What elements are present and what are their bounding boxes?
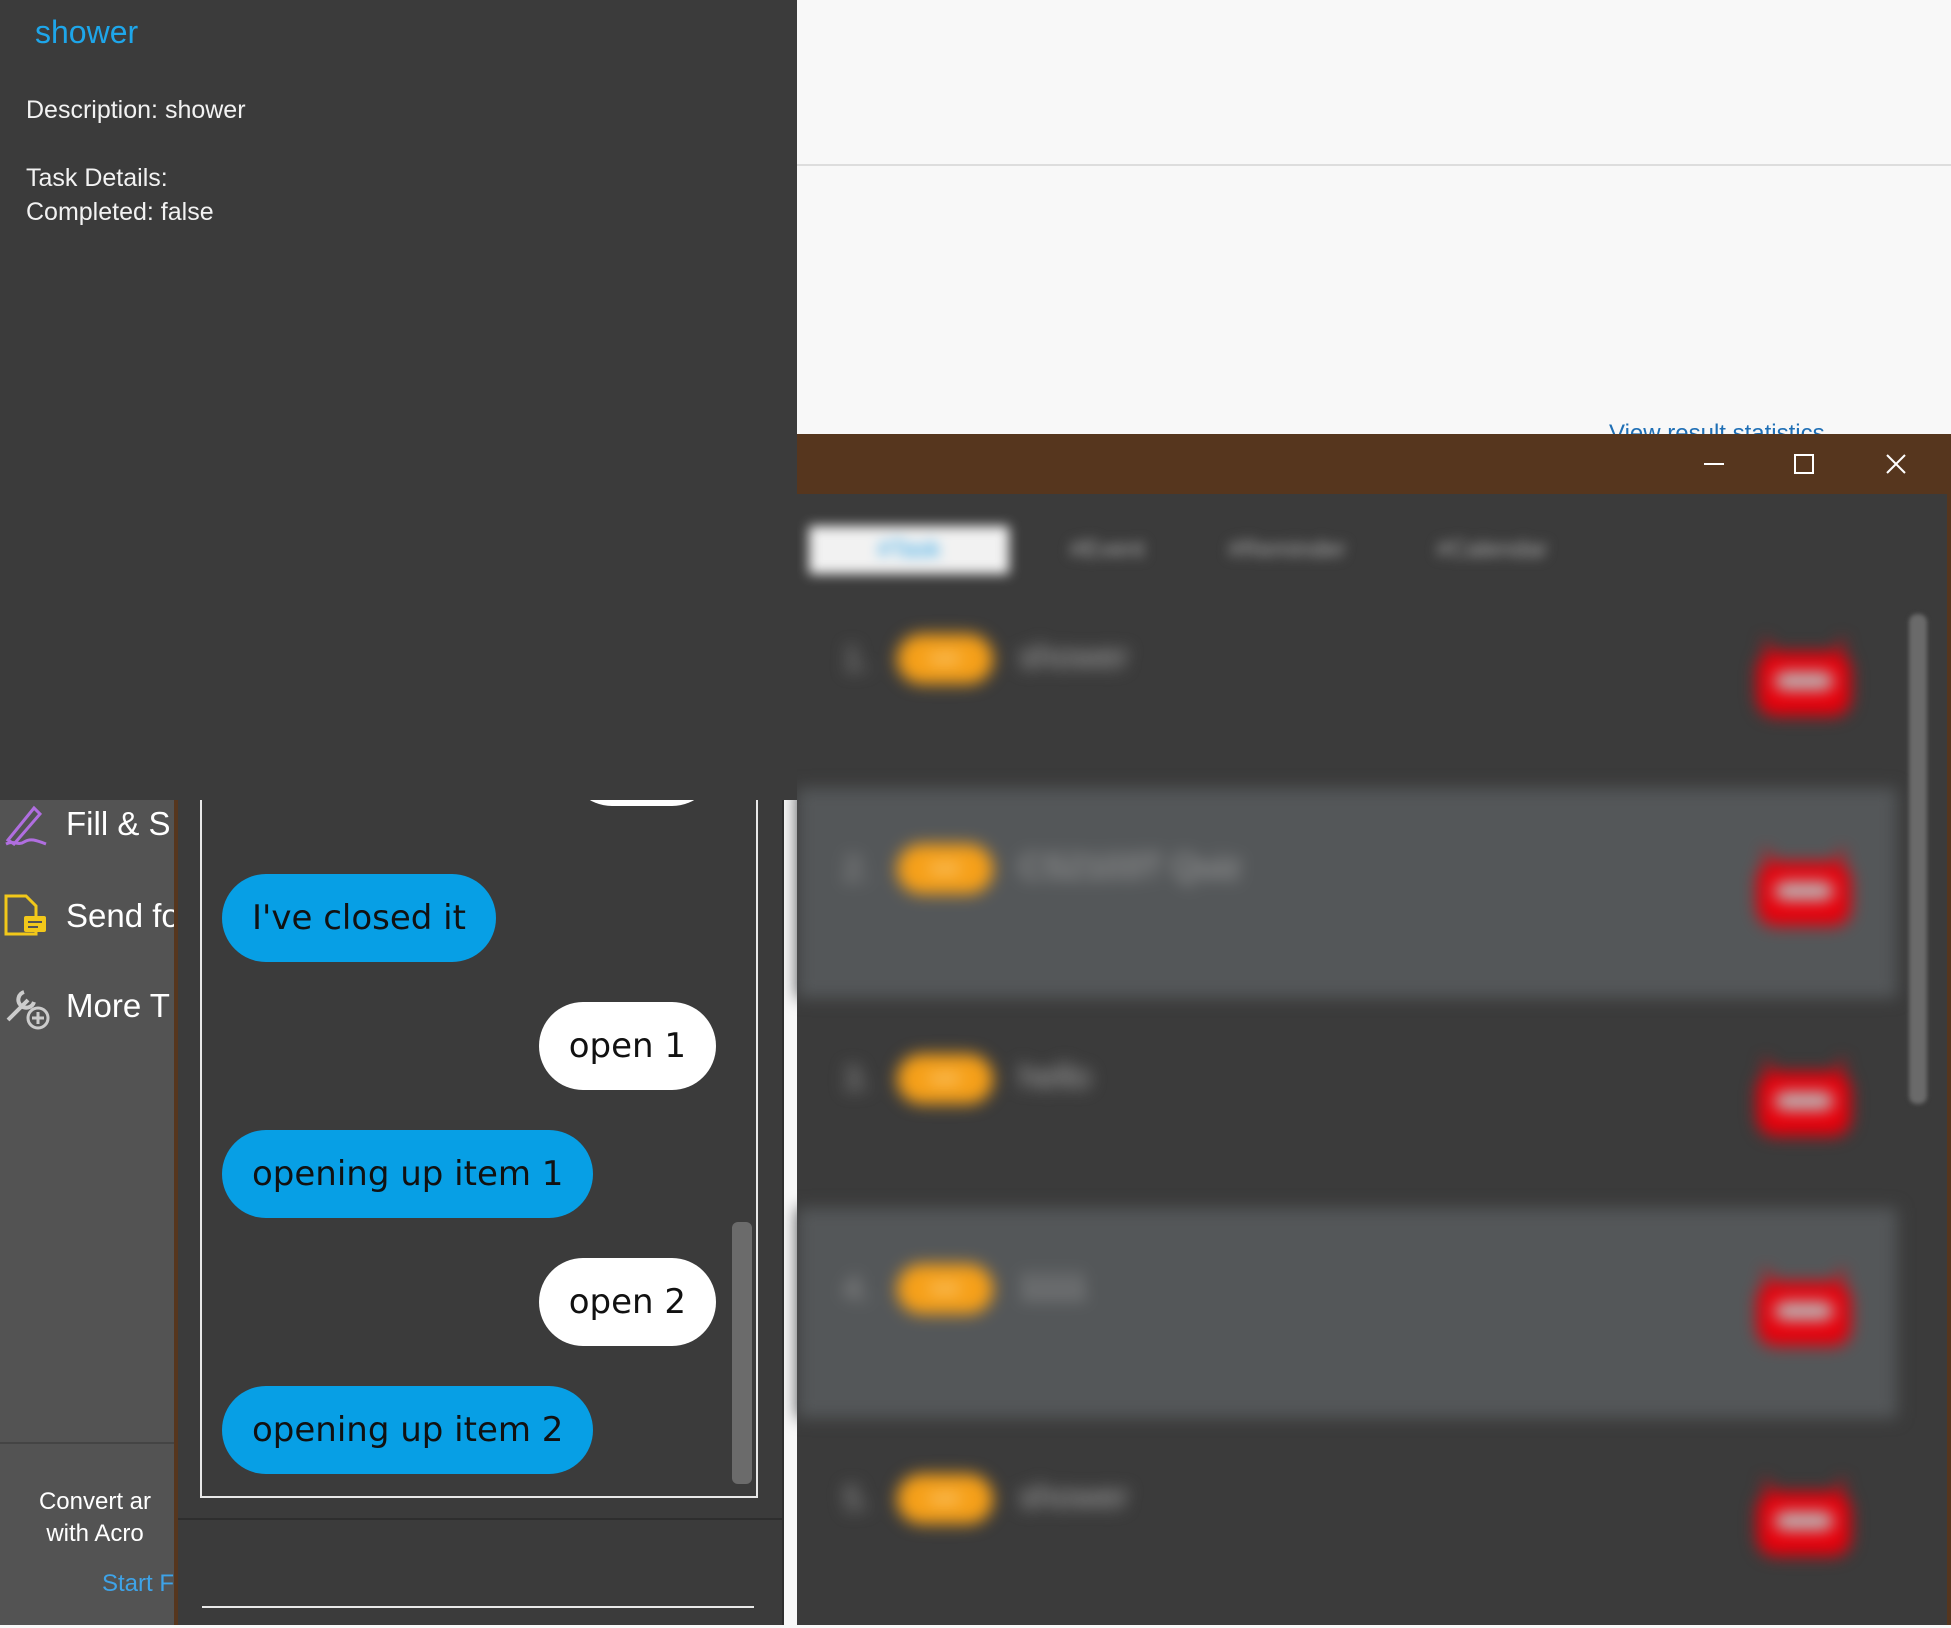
- tool-label: More T: [66, 987, 170, 1024]
- task-tag: task: [897, 1054, 993, 1104]
- title-bar[interactable]: [797, 434, 1951, 494]
- tool-fill-sign[interactable]: Fill & S: [0, 794, 180, 854]
- task-index: 3.: [843, 1060, 872, 1098]
- main-body: #Task #Event #Reminder #Calendar 1. task…: [797, 494, 1951, 1625]
- close-button[interactable]: [1851, 434, 1941, 494]
- task-manager-window: #Task #Event #Reminder #Calendar 1. task…: [797, 434, 1951, 1625]
- close-icon: [1886, 454, 1906, 474]
- status-icon: [1757, 639, 1851, 716]
- task-index: 5.: [843, 1480, 872, 1518]
- task-index: 1.: [843, 640, 872, 678]
- user-message: open 1: [538, 1002, 716, 1090]
- maximize-icon: [1794, 454, 1814, 474]
- detail-description: Description: shower: [26, 96, 246, 124]
- start-free-trial-link[interactable]: Start F: [102, 1570, 174, 1598]
- task-index: 2.: [843, 850, 872, 888]
- promo-line-1: Convert ar: [38, 1488, 152, 1515]
- task-tag: task: [897, 634, 993, 684]
- status-icon: [1757, 1059, 1851, 1136]
- chat-input[interactable]: [202, 1606, 754, 1608]
- promo-divider: [0, 1442, 180, 1444]
- chat-input-area: [178, 1518, 782, 1627]
- background-divider: [797, 164, 1951, 166]
- status-icon: [1757, 1269, 1851, 1346]
- minimize-button[interactable]: [1669, 434, 1759, 494]
- promo-line-2: with Acro: [46, 1520, 144, 1547]
- task-list-scrollbar[interactable]: [1909, 614, 1927, 1104]
- chat-window: close I've closed it open 1 opening up i…: [174, 780, 784, 1625]
- maximize-button[interactable]: [1759, 434, 1849, 494]
- tool-label: Send fo: [66, 897, 180, 934]
- user-message: open 2: [538, 1258, 716, 1346]
- task-detail-popup: shower Description: shower Task Details:…: [0, 0, 797, 800]
- more-tools-icon: [0, 980, 52, 1032]
- task-row[interactable]: 2. task CS2103T Quiz: [797, 788, 1897, 998]
- tab-calendar[interactable]: #Calendar: [1397, 526, 1587, 574]
- status-icon: [1757, 1479, 1851, 1556]
- promo-text: Convert ar with Acro: [0, 1486, 190, 1550]
- task-list: 1. task shower 2. task CS2103T Quiz 3. t…: [797, 578, 1897, 1628]
- acrobat-tools-panel: Fill & S Send fo More T Convert ar with …: [0, 780, 180, 1625]
- tool-label: Fill & S: [66, 805, 171, 842]
- chat-scrollbar[interactable]: [732, 1222, 752, 1484]
- task-tag: task: [897, 844, 993, 894]
- task-row[interactable]: 3. task hello: [797, 998, 1897, 1208]
- bot-message: opening up item 2: [222, 1386, 594, 1474]
- task-title: 1111: [1019, 1268, 1088, 1306]
- fill-sign-icon: [0, 798, 52, 850]
- task-row[interactable]: 5. task shower: [797, 1418, 1897, 1628]
- tab-bar: #Task #Event #Reminder #Calendar: [797, 494, 1947, 584]
- send-for-comments-icon: [0, 890, 52, 942]
- task-title: hello: [1019, 1058, 1091, 1096]
- detail-title: shower: [35, 14, 139, 50]
- task-tag: task: [897, 1474, 993, 1524]
- chat-history: close I've closed it open 1 opening up i…: [200, 780, 758, 1498]
- bot-message: opening up item 1: [222, 1130, 594, 1218]
- background-window: View result statistics: [797, 0, 1951, 447]
- task-title: CS2103T Quiz: [1019, 848, 1242, 886]
- detail-completed: Completed: false: [26, 198, 214, 226]
- task-index: 4.: [843, 1270, 872, 1308]
- tool-more-tools[interactable]: More T: [0, 976, 180, 1036]
- task-title: shower: [1019, 638, 1129, 676]
- task-row[interactable]: 4. task 1111: [797, 1208, 1897, 1418]
- detail-task-details-label: Task Details:: [26, 164, 168, 192]
- tab-event[interactable]: #Event: [1027, 526, 1187, 574]
- tab-task[interactable]: #Task: [809, 526, 1009, 574]
- task-row[interactable]: 1. task shower: [797, 578, 1897, 788]
- task-tag: task: [897, 1264, 993, 1314]
- tab-reminder[interactable]: #Reminder: [1197, 526, 1377, 574]
- tool-send-for-comments[interactable]: Send fo: [0, 886, 180, 946]
- task-title: shower: [1019, 1478, 1129, 1516]
- status-icon: [1757, 849, 1851, 926]
- minimize-icon: [1704, 463, 1724, 465]
- bot-message: I've closed it: [222, 874, 496, 962]
